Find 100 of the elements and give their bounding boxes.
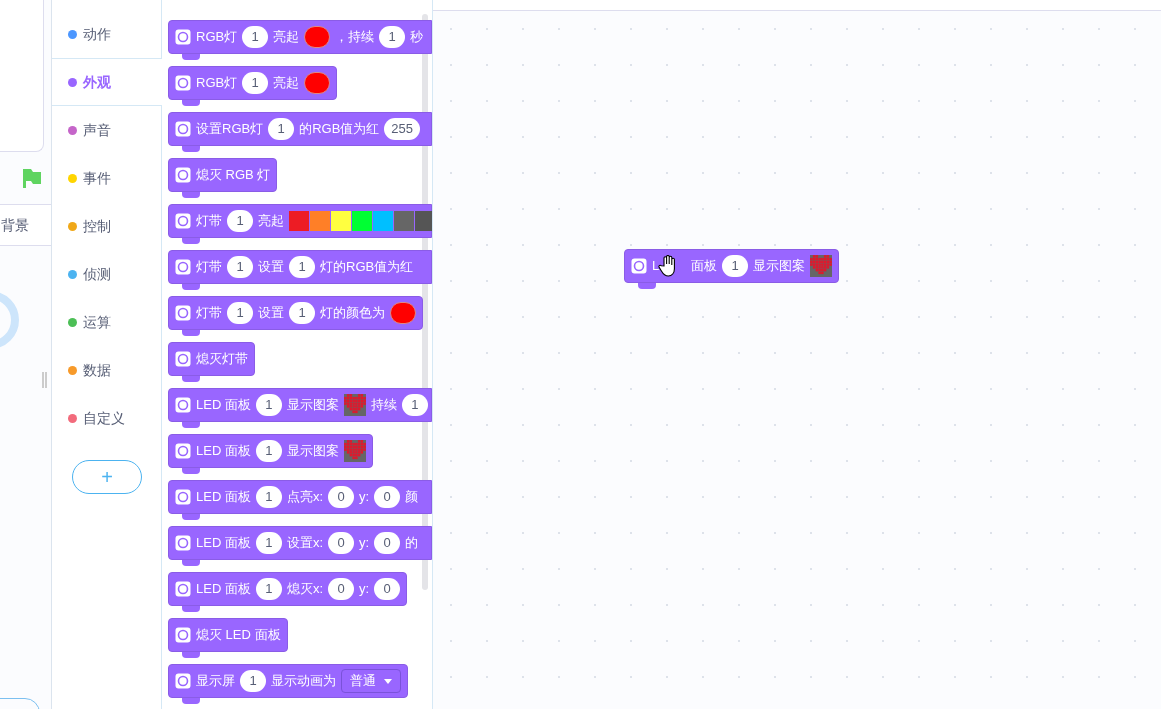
category-item[interactable]: 控制 <box>52 202 161 250</box>
block-notch <box>182 330 200 336</box>
number-input[interactable]: 0 <box>374 486 401 508</box>
number-input[interactable]: 1 <box>240 670 266 692</box>
code-block[interactable]: RGB灯 1 亮起 <box>168 66 338 100</box>
code-block[interactable]: 显示屏 1 显示动画为 普通 <box>168 664 408 698</box>
extension-icon <box>175 397 191 413</box>
number-input[interactable]: 1 <box>242 26 269 48</box>
number-input[interactable]: 1 <box>255 578 282 600</box>
number-input[interactable]: 0 <box>328 532 355 554</box>
block-label: 点亮x: <box>286 488 324 507</box>
number-input[interactable]: 1 <box>401 394 428 416</box>
number-input[interactable]: 0 <box>328 578 355 600</box>
caret-icon <box>384 678 392 684</box>
category-item[interactable]: 自定义 <box>52 394 161 442</box>
block-label: 设置x: <box>286 534 324 553</box>
number-input[interactable]: 0 <box>374 578 401 600</box>
color-picker[interactable] <box>304 26 331 48</box>
number-input[interactable]: 1 <box>289 302 315 324</box>
block-label: 设置 <box>258 304 284 323</box>
category-item[interactable]: 外观 <box>52 58 162 106</box>
block-label: 显示图案 <box>286 442 339 461</box>
block-label: ，持续 <box>335 28 375 47</box>
number-input[interactable]: 1 <box>227 302 253 324</box>
code-block[interactable]: 熄灭 LED 面板 <box>168 618 288 652</box>
code-block[interactable]: 灯带 1 亮起 <box>168 204 432 238</box>
number-input[interactable]: 1 <box>379 26 406 48</box>
extension-icon <box>175 581 191 597</box>
block-notch <box>182 238 200 244</box>
color-picker[interactable] <box>304 72 331 94</box>
heart-pattern-icon[interactable] <box>343 394 366 416</box>
number-input[interactable]: 1 <box>289 256 315 278</box>
block-notch <box>182 376 200 382</box>
code-block[interactable]: LED 面板 1 熄灭x: 0 y: 0 <box>168 572 408 606</box>
code-block[interactable]: 熄灭 RGB 灯 <box>168 158 278 192</box>
light-strip-picker[interactable] <box>289 211 432 231</box>
code-block[interactable]: LED 面板 1 设置x: 0 y: 0 的 <box>168 526 432 560</box>
block-label: LED 面板 <box>196 442 251 461</box>
extension-icon <box>631 258 647 274</box>
block-label: 亮起 <box>273 28 300 47</box>
extension-icon <box>175 489 191 505</box>
block-label: 亮起 <box>273 74 300 93</box>
block-label: 灯带 <box>196 258 222 277</box>
block-notch <box>182 606 200 612</box>
block-label: y: <box>359 488 370 507</box>
block-label: 的RGB值为红 <box>299 120 380 139</box>
number-input[interactable]: 1 <box>227 210 253 232</box>
number-input[interactable]: 1 <box>255 486 282 508</box>
code-block[interactable]: LED 面板 1 显示图案 <box>168 434 373 468</box>
block-notch <box>182 652 200 658</box>
block-label: 秒 <box>410 28 424 47</box>
category-item[interactable]: 运算 <box>52 298 161 346</box>
extension-icon <box>175 167 191 183</box>
code-block[interactable]: LED 面板 1 点亮x: 0 y: 0 颜 <box>168 480 432 514</box>
extension-icon <box>175 29 191 45</box>
resize-handle-icon[interactable] <box>42 372 47 388</box>
code-block[interactable]: LED 面板 1 显示图案 持续 1 <box>168 388 432 422</box>
category-item[interactable]: 数据 <box>52 346 161 394</box>
category-item[interactable]: 动作 <box>52 10 161 58</box>
code-block[interactable]: 熄灭灯带 <box>168 342 255 376</box>
number-input[interactable]: 1 <box>722 255 749 277</box>
number-input[interactable]: 1 <box>255 532 282 554</box>
number-input[interactable]: 255 <box>384 118 421 140</box>
block-label: LED 面板 <box>196 488 251 507</box>
number-input[interactable]: 1 <box>268 118 295 140</box>
heart-pattern-icon[interactable] <box>343 440 366 462</box>
number-input[interactable]: 1 <box>255 394 282 416</box>
block-label: y: <box>359 580 370 599</box>
code-block[interactable]: 灯带 1 设置 1 灯的RGB值为红 <box>168 250 432 284</box>
block-notch <box>182 192 200 198</box>
block-notch <box>638 283 656 289</box>
number-input[interactable]: 0 <box>328 486 355 508</box>
number-input[interactable]: 0 <box>374 532 401 554</box>
extension-icon <box>175 351 191 367</box>
extension-icon <box>175 121 191 137</box>
dropdown[interactable]: 普通 <box>341 669 401 693</box>
block-label: 亮起 <box>258 212 284 231</box>
block-label: 熄灭 LED 面板 <box>196 626 281 645</box>
number-input[interactable]: 1 <box>227 256 253 278</box>
number-input[interactable]: 1 <box>255 440 282 462</box>
block-label: 灯带 <box>196 212 222 231</box>
block-label: 显示动画为 <box>271 672 336 691</box>
code-block[interactable]: L 面板 1 显示图案 <box>624 249 840 283</box>
category-item[interactable]: 侦测 <box>52 250 161 298</box>
block-label: 灯的颜色为 <box>320 304 385 323</box>
number-input[interactable]: 1 <box>242 72 269 94</box>
code-block[interactable]: RGB灯 1 亮起 ，持续 1 秒 <box>168 20 432 54</box>
block-label: 显示图案 <box>753 257 806 276</box>
flag-icon[interactable] <box>21 167 43 189</box>
extension-icon <box>175 305 191 321</box>
code-block[interactable]: 设置RGB灯 1 的RGB值为红 255 <box>168 112 432 146</box>
color-picker[interactable] <box>390 302 416 324</box>
block-notch <box>182 100 200 106</box>
category-item[interactable]: 声音 <box>52 106 161 154</box>
heart-pattern-icon[interactable] <box>810 255 833 277</box>
extension-icon <box>175 443 191 459</box>
category-item[interactable]: 事件 <box>52 154 161 202</box>
block-label: 熄灭灯带 <box>196 350 248 369</box>
code-block[interactable]: 灯带 1 设置 1 灯的颜色为 <box>168 296 423 330</box>
extension-icon <box>175 213 191 229</box>
